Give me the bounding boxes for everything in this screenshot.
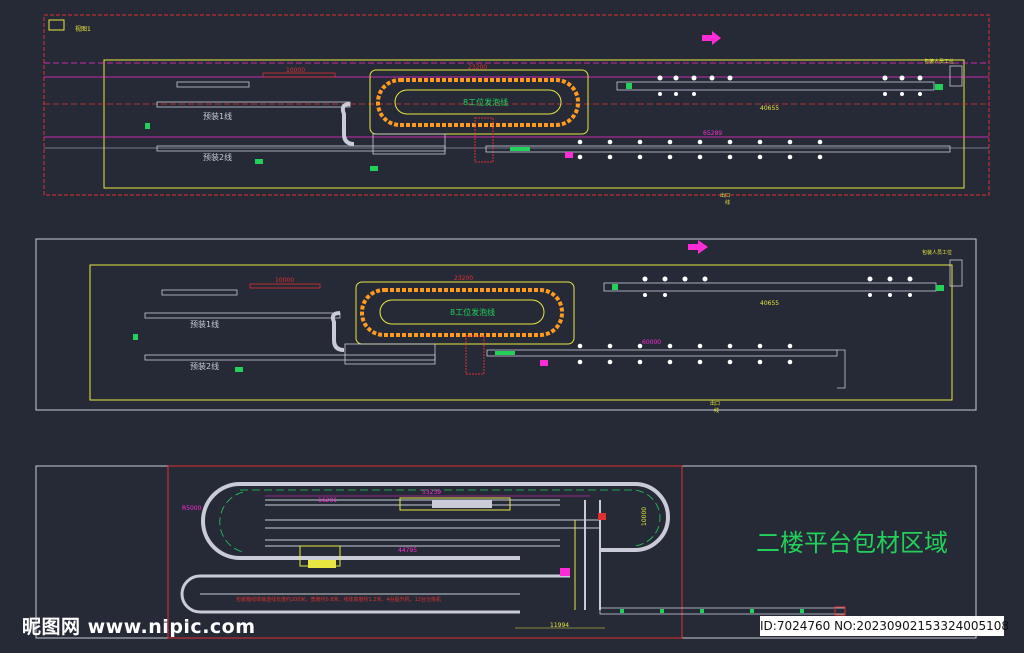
panel-1-bottom-note-1: 出口: [720, 192, 730, 199]
panel-2: 10000 预装1线 预装2线 8工位发泡线 23200 40655 包装人员工…: [35, 238, 977, 414]
panel-3-red-note: 包装箱线体输送线长度约200米，宽度约0.8米，线体高度约1.2米，4台提升机，…: [236, 596, 441, 603]
panel-3-dim-top: 53239: [422, 489, 441, 496]
panel-1-line-pre2-label: 预装2线: [203, 152, 232, 162]
panel-2-bottom-note-1: 出口: [710, 400, 720, 407]
panel-1: 视图1 10000 预装1线 预装2线 8工位发泡线 23200 40655 包…: [43, 14, 990, 206]
panel-2-line-pre2-label: 预装2线: [190, 361, 219, 371]
panel-3-title: 二楼平台包材区域: [756, 529, 948, 557]
watermark-right: ID:7024760 NO:20230902153324005108: [760, 616, 1009, 636]
panel-2-top-right-note: 包装人员工位: [922, 249, 952, 256]
panel-2-dim-right-upper: 40655: [760, 300, 779, 307]
panel-3-dim-left: 16201: [318, 497, 337, 504]
panel-2-dim-right-lower: 60000: [642, 339, 661, 346]
panel-1-frame: [43, 14, 990, 196]
panel-3-dim-bottom: 11994: [550, 622, 569, 629]
panel-1-loop-label: 8工位发泡线: [463, 97, 508, 107]
panel-2-bottom-note-2: 线: [714, 407, 719, 414]
panel-1-bottom-note-2: 线: [725, 199, 730, 206]
cad-drawing: 视图1 10000 预装1线 预装2线 8工位发泡线 23200 40655 包…: [35, 14, 990, 639]
flow-arrow-icon: [702, 31, 721, 45]
panel-1-dim-left: 10000: [286, 67, 305, 74]
panel-3-dim-right: 10000: [641, 507, 648, 526]
panel-1-line-pre1-label: 预装1线: [203, 111, 232, 121]
panel-2-line-pre1-label: 预装1线: [190, 319, 219, 329]
panel-2-loop-label: 8工位发泡线: [450, 307, 495, 317]
panel-1-dim-right-upper: 40655: [760, 105, 779, 112]
panel-2-dim-left: 10000: [275, 277, 294, 284]
flow-arrow-icon-2: [688, 240, 708, 254]
panel-3-dim-mid: 44795: [398, 547, 417, 554]
panel-2-dim-top: 23200: [454, 275, 473, 282]
panel-1-top-right-note: 包装人员工位: [924, 58, 954, 65]
panel-3-radius-note: R5000: [182, 505, 202, 512]
panel-1-dim-right-lower: 65289: [703, 130, 722, 137]
panel-1-frame-label: 视图1: [75, 25, 91, 33]
panel-1-dim-top: 23200: [468, 64, 487, 71]
watermark-left: 昵图网 www.nipic.com: [22, 616, 256, 638]
